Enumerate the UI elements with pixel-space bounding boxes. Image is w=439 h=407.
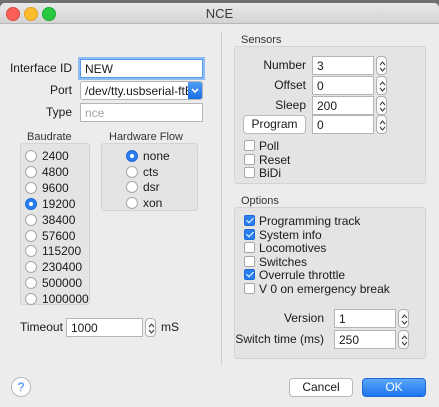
radio-label: 1000000 [42, 292, 89, 307]
checkbox-box[interactable] [244, 153, 255, 165]
up-down-stepper-icon [379, 81, 386, 92]
radio-label: 57600 [42, 228, 76, 243]
radio-indicator[interactable] [25, 181, 37, 194]
checkbox-label: BiDi [259, 166, 282, 180]
up-down-stepper-icon [401, 335, 408, 346]
dropdown-arrow-icon[interactable] [188, 82, 202, 99]
type-label: Type [45, 105, 72, 119]
sensor-offset-input[interactable]: 0 [312, 76, 374, 95]
nce-dialog-window: NCE Interface ID NEW Port /dev/tty.usbse… [0, 3, 439, 407]
radio-indicator[interactable] [25, 165, 37, 178]
radio-indicator[interactable] [126, 165, 138, 178]
radio-label: 4800 [42, 164, 69, 179]
up-down-stepper-icon [379, 101, 386, 112]
checkbox-label: Switches [259, 254, 308, 269]
checkbox-label: Locomotives [259, 241, 327, 256]
checkbox-label: V 0 on emergency break [259, 282, 390, 296]
switch-time-input[interactable]: 250 [334, 330, 396, 349]
type-input[interactable]: nce [80, 103, 203, 122]
baudrate-section-title: Baudrate [27, 131, 72, 143]
type-placeholder: nce [85, 106, 105, 120]
checkbox-box[interactable] [244, 255, 255, 267]
switch-time-label: Switch time (ms) [235, 332, 324, 346]
radio-label: dsr [143, 180, 160, 194]
title-bar: NCE [0, 3, 439, 24]
checkbox-label: Poll [259, 139, 280, 153]
interface-id-input[interactable]: NEW [80, 59, 203, 78]
checkbox-label: System info [259, 227, 322, 242]
checkbox-label: Programming track [259, 214, 361, 228]
sensor-sleep-label: Sleep [275, 98, 306, 112]
checkbox-box[interactable] [244, 283, 255, 294]
checkbox-label: Overrule throttle [259, 268, 346, 283]
version-label: Version [283, 311, 324, 325]
switch-time-stepper[interactable] [398, 330, 409, 349]
radio-indicator[interactable] [126, 181, 138, 193]
help-icon[interactable]: ? [11, 377, 31, 397]
radio-indicator[interactable] [25, 197, 37, 210]
radio-indicator[interactable] [25, 261, 37, 274]
radio-label: 38400 [42, 212, 76, 227]
radio-label: 2400 [42, 149, 69, 163]
version-input[interactable]: 1 [334, 309, 396, 328]
baudrate-panel: 2400 4800 9600 19200 38400 57600 115200 230400 5… [20, 143, 90, 307]
ok-button[interactable]: OK [362, 378, 426, 397]
radio-label: xon [143, 195, 163, 210]
checkbox-box[interactable] [244, 242, 255, 254]
radio-indicator[interactable] [126, 150, 138, 162]
sensor-sleep-stepper[interactable] [376, 96, 387, 115]
sensor-number-input[interactable]: 3 [312, 56, 374, 75]
program-button[interactable]: Program [243, 115, 306, 134]
checkbox-box[interactable] [244, 269, 255, 281]
hardware-flow-panel: none cts dsr xon [101, 143, 198, 211]
port-value: /dev/tty.usbserial-ftEH [85, 84, 202, 98]
timeout-stepper[interactable] [145, 318, 156, 337]
sensor-offset-stepper[interactable] [376, 76, 387, 95]
radio-indicator[interactable] [25, 150, 37, 162]
cancel-button[interactable]: Cancel [289, 378, 353, 397]
sensor-number-label: Number [263, 58, 306, 72]
checkbox-label: Reset [259, 152, 291, 167]
options-section-title: Options [241, 195, 279, 207]
port-label: Port [49, 83, 72, 97]
radio-indicator[interactable] [25, 245, 37, 258]
radio-indicator[interactable] [25, 293, 37, 306]
sensor-offset-label: Offset [274, 78, 306, 92]
radio-label: cts [143, 164, 159, 179]
radio-label: 500000 [42, 276, 83, 291]
program-value-stepper[interactable] [376, 115, 387, 134]
checkbox-box[interactable] [244, 167, 255, 178]
radio-label: 9600 [42, 180, 69, 195]
timeout-unit: mS [161, 320, 179, 334]
port-combobox[interactable]: /dev/tty.usbserial-ftEH [80, 81, 203, 100]
checkbox-box[interactable] [244, 215, 255, 226]
up-down-stepper-icon [379, 120, 386, 131]
checkbox-box[interactable] [244, 140, 255, 151]
interface-id-label: Interface ID [9, 61, 72, 75]
radio-label: none [143, 149, 170, 163]
radio-indicator[interactable] [25, 213, 37, 226]
radio-label: 115200 [42, 244, 82, 259]
sensor-sleep-input[interactable]: 200 [312, 96, 374, 115]
column-divider [221, 31, 222, 365]
timeout-label: Timeout [20, 320, 63, 334]
version-stepper[interactable] [398, 309, 409, 328]
radio-indicator[interactable] [126, 196, 138, 209]
window-title: NCE [205, 6, 234, 21]
up-down-stepper-icon [379, 61, 386, 72]
radio-indicator[interactable] [25, 229, 37, 242]
timeout-input[interactable]: 1000 [66, 318, 143, 337]
program-value-input[interactable]: 0 [312, 115, 374, 134]
radio-indicator[interactable] [25, 277, 37, 290]
sensor-number-stepper[interactable] [376, 56, 387, 75]
radio-label: 19200 [42, 196, 76, 211]
up-down-stepper-icon [148, 323, 155, 334]
sensors-section-title: Sensors [241, 34, 282, 46]
radio-label: 230400 [42, 260, 83, 275]
checkbox-box[interactable] [244, 228, 255, 240]
hardware-flow-section-title: Hardware Flow [109, 131, 183, 143]
up-down-stepper-icon [401, 314, 408, 325]
